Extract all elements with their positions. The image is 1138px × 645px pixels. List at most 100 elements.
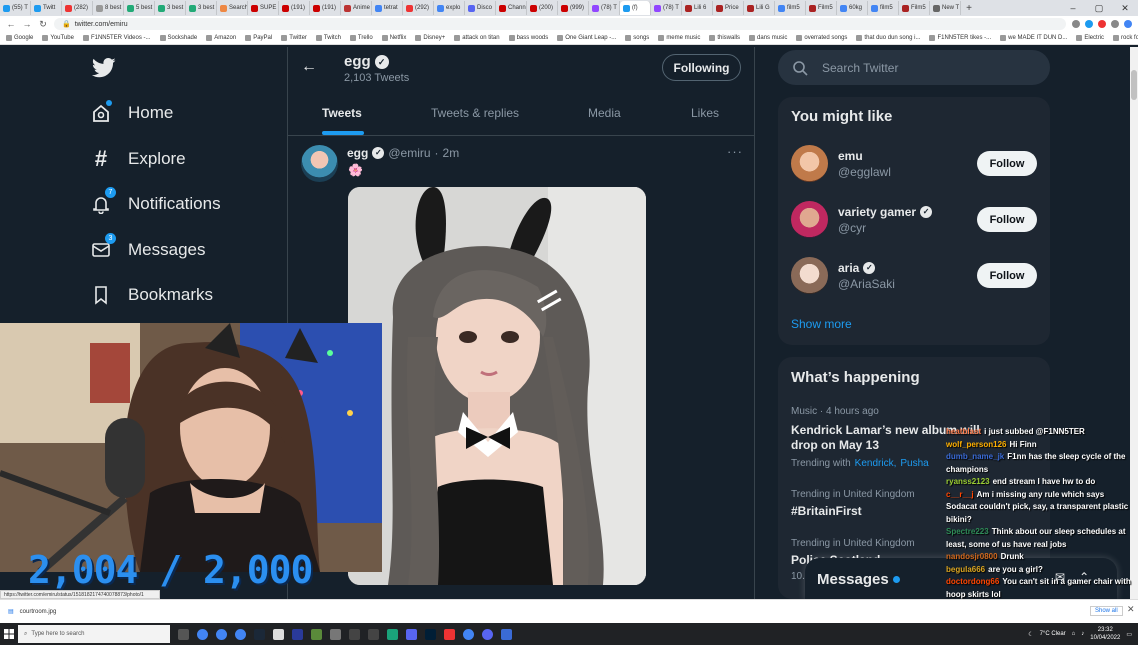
avatar[interactable] xyxy=(791,145,828,182)
browser-tab[interactable]: (292) xyxy=(403,1,434,15)
browser-tab[interactable]: (191) xyxy=(310,1,341,15)
browser-tab[interactable]: (191) xyxy=(279,1,310,15)
follow-button[interactable]: Follow xyxy=(977,151,1037,176)
maximize-button[interactable]: ▢ xyxy=(1086,0,1112,16)
app-icon[interactable] xyxy=(406,628,417,640)
follow-button[interactable]: Follow xyxy=(977,207,1037,232)
bookmark-item[interactable]: that duo dun song i... xyxy=(856,35,920,41)
browser-tab[interactable]: 60kg xyxy=(837,1,868,15)
chrome-icon[interactable] xyxy=(235,628,246,640)
bookmark-item[interactable]: Amazon xyxy=(206,35,236,41)
browser-tab[interactable]: Anime xyxy=(341,1,372,15)
browser-tab[interactable]: Film5 xyxy=(899,1,930,15)
bookmark-item[interactable]: Twitch xyxy=(315,35,341,41)
bookmark-item[interactable]: Twitter xyxy=(281,35,307,41)
bookmark-item[interactable]: Sockshade xyxy=(159,35,197,41)
tweet-avatar[interactable] xyxy=(301,145,338,182)
browser-tab[interactable]: explo xyxy=(434,1,465,15)
browser-tab[interactable]: 3 best xyxy=(186,1,217,15)
show-all-button[interactable]: Show all xyxy=(1090,606,1123,616)
app-icon[interactable] xyxy=(387,628,398,640)
nav-bookmarks[interactable]: Bookmarks xyxy=(90,284,213,306)
bookmark-item[interactable]: One Giant Leap -... xyxy=(557,35,616,41)
browser-tab[interactable]: 8 best xyxy=(93,1,124,15)
bookmark-item[interactable]: F1NN5TER Videos -... xyxy=(82,35,151,41)
browser-tab[interactable]: 3 best xyxy=(155,1,186,15)
browser-tab[interactable]: Film5 xyxy=(806,1,837,15)
bookmark-item[interactable]: Google xyxy=(6,35,33,41)
bookmark-item[interactable]: Disney+ xyxy=(415,35,445,41)
photoshop-icon[interactable] xyxy=(425,628,436,640)
extension-icon[interactable] xyxy=(1072,20,1080,28)
app-icon[interactable] xyxy=(330,628,341,640)
browser-tab[interactable]: SUPE xyxy=(248,1,279,15)
chrome-icon[interactable] xyxy=(463,628,474,640)
profile-icon[interactable] xyxy=(1124,20,1132,28)
more-options-icon[interactable]: ··· xyxy=(727,144,743,159)
browser-tab[interactable]: film5 xyxy=(775,1,806,15)
browser-tab[interactable]: (282) xyxy=(62,1,93,15)
discord-icon[interactable] xyxy=(482,628,493,640)
app-icon[interactable] xyxy=(311,628,322,640)
browser-tab[interactable]: 5 best xyxy=(124,1,155,15)
show-more-link[interactable]: Show more xyxy=(791,317,852,331)
browser-tab[interactable]: tetrat xyxy=(372,1,403,15)
tab-tweets-replies[interactable]: Tweets & replies xyxy=(431,106,519,120)
browser-tab[interactable]: New T xyxy=(930,1,961,15)
follow-button[interactable]: Follow xyxy=(977,263,1037,288)
following-button[interactable]: Following xyxy=(662,54,741,81)
browser-tab[interactable]: Twitt xyxy=(31,1,62,15)
app-icon[interactable] xyxy=(444,628,455,640)
chrome-icon[interactable] xyxy=(216,628,227,640)
download-file[interactable]: courtroom.jpg xyxy=(20,609,57,615)
browser-tab[interactable]: Lili 6 xyxy=(682,1,713,15)
nav-explore[interactable]: # Explore xyxy=(90,146,186,171)
tweet-author-name[interactable]: egg xyxy=(347,146,368,160)
bookmark-item[interactable]: PayPal xyxy=(245,35,272,41)
browser-tab[interactable]: film5 xyxy=(868,1,899,15)
browser-tab[interactable]: (f) xyxy=(620,1,651,15)
app-icon[interactable] xyxy=(349,628,360,640)
network-icon[interactable]: ⌂ xyxy=(1072,631,1076,637)
scrollbar-thumb[interactable] xyxy=(1131,70,1137,100)
bookmark-item[interactable]: rock folder xyxy=(1113,35,1138,41)
tweet-photo[interactable] xyxy=(348,187,646,585)
browser-tab[interactable]: (999) xyxy=(558,1,589,15)
tab-tweets[interactable]: Tweets xyxy=(322,106,362,120)
extension-icon[interactable] xyxy=(1085,20,1093,28)
chrome-icon[interactable] xyxy=(197,628,208,640)
browser-tab[interactable]: (78) T xyxy=(589,1,620,15)
tweet-handle[interactable]: @emiru xyxy=(388,146,430,160)
reload-icon[interactable]: ↻ xyxy=(38,19,48,30)
weather-text[interactable]: 7°C Clear xyxy=(1040,631,1066,637)
volume-icon[interactable]: ♪ xyxy=(1081,631,1084,637)
bookmark-item[interactable]: overrated songs xyxy=(796,35,847,41)
nav-home[interactable]: Home xyxy=(90,100,173,124)
nav-notifications[interactable]: 7 Notifications xyxy=(90,187,221,215)
bookmark-item[interactable]: Netflix xyxy=(381,35,406,41)
taskbar-search[interactable]: ⌕ Type here to search xyxy=(18,625,170,643)
extension-icon[interactable] xyxy=(1098,20,1106,28)
suggestion-name[interactable]: variety gamer ✓ xyxy=(838,205,933,219)
browser-tab[interactable]: (200) xyxy=(527,1,558,15)
nav-messages[interactable]: 3 Messages xyxy=(90,233,205,261)
browser-tab[interactable]: Price xyxy=(713,1,744,15)
suggestion-name[interactable]: emu xyxy=(838,149,863,163)
new-tab-button[interactable]: + xyxy=(961,3,977,14)
browser-tab[interactable]: Chann xyxy=(496,1,527,15)
close-window-button[interactable]: ✕ xyxy=(1112,0,1138,16)
browser-tab[interactable]: (55) T xyxy=(0,1,31,15)
bookmark-item[interactable]: bass woods xyxy=(508,35,548,41)
app-icon[interactable] xyxy=(273,628,284,640)
extension-icon[interactable] xyxy=(1111,20,1119,28)
bookmark-item[interactable]: dans music xyxy=(749,35,787,41)
bookmark-item[interactable]: Electric xyxy=(1076,35,1104,41)
tab-media[interactable]: Media xyxy=(588,106,621,120)
close-download-bar-button[interactable]: ✕ xyxy=(1127,604,1135,615)
forward-icon[interactable]: → xyxy=(22,19,32,29)
trend-related-link[interactable]: Pusha xyxy=(900,458,928,469)
app-icon[interactable] xyxy=(368,628,379,640)
address-bar[interactable]: 🔒 twitter.com/emiru xyxy=(54,18,1066,30)
bookmark-item[interactable]: Trello xyxy=(349,35,373,41)
browser-tab[interactable]: (78) T xyxy=(651,1,682,15)
